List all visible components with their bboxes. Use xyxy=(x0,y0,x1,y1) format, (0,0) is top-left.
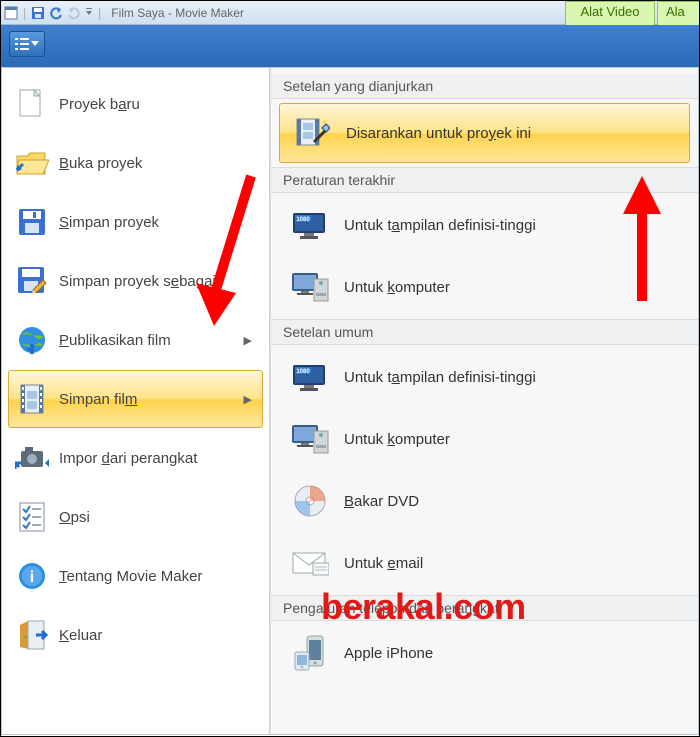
submenu-arrow-icon: ▶ xyxy=(244,393,252,406)
monitor-1080-icon: 1080 xyxy=(290,359,330,395)
file-menu-panel: Proyek baru Buka proyek Simpan proyek Simpa… xyxy=(1,67,699,735)
svg-text:1080: 1080 xyxy=(296,217,310,223)
submenu-item-label: Untuk komputer xyxy=(344,431,450,448)
annotation-arrow-down xyxy=(196,171,266,341)
submenu-item-mail[interactable]: Untuk email xyxy=(277,533,692,593)
menu-item-label: Simpan proyek sebagai xyxy=(59,273,216,290)
mail-icon xyxy=(290,545,330,581)
submenu-item-label: Untuk komputer xyxy=(344,279,450,296)
section-header: Setelan umum xyxy=(271,319,698,345)
checklist-icon xyxy=(15,500,49,534)
film-wand-icon xyxy=(292,115,332,151)
disk-pencil-icon xyxy=(15,264,49,298)
svg-text:1080: 1080 xyxy=(296,369,310,375)
watermark-text: berakal.com xyxy=(321,586,526,628)
submenu-item-monitor-pc[interactable]: Untuk komputer xyxy=(277,409,692,469)
menu-item-label: Simpan film xyxy=(59,391,137,408)
submenu-item-label: Disarankan untuk proyek ini xyxy=(346,125,531,142)
save-icon[interactable] xyxy=(30,5,46,21)
file-menu-left-column: Proyek baru Buka proyek Simpan proyek Simpa… xyxy=(2,68,270,734)
dvd-icon xyxy=(290,483,330,519)
menu-item-door-exit[interactable]: Keluar xyxy=(8,606,263,664)
camera-import-icon xyxy=(15,441,49,475)
redo-icon[interactable] xyxy=(66,5,82,21)
submenu-item-label: Untuk email xyxy=(344,555,423,572)
menu-item-camera-import[interactable]: Impor dari perangkat xyxy=(8,429,263,487)
submenu-item-label: Apple iPhone xyxy=(344,645,433,662)
menu-item-checklist[interactable]: Opsi xyxy=(8,488,263,546)
submenu-item-label: Untuk tampilan definisi-tinggi xyxy=(344,217,536,234)
info-icon: i xyxy=(15,559,49,593)
window-title: Film Saya - Movie Maker xyxy=(111,6,244,20)
submenu-item-label: Bakar DVD xyxy=(344,493,419,510)
menu-item-label: Tentang Movie Maker xyxy=(59,568,202,585)
file-menu-right-column: Setelan yang dianjurkan Disarankan untuk … xyxy=(270,68,698,734)
menu-item-label: Buka proyek xyxy=(59,155,142,172)
file-menu-button[interactable] xyxy=(9,31,45,57)
doc-new-icon xyxy=(15,87,49,121)
section-header: Setelan yang dianjurkan xyxy=(271,74,698,99)
submenu-item-monitor-1080[interactable]: 1080 Untuk tampilan definisi-tinggi xyxy=(277,347,692,407)
film-icon xyxy=(15,382,49,416)
separator: | xyxy=(23,6,26,20)
menu-item-film[interactable]: Simpan film ▶ xyxy=(8,370,263,428)
iphone-icon xyxy=(290,635,330,671)
monitor-pc-icon xyxy=(290,269,330,305)
contextual-tab-partial[interactable]: Ala xyxy=(657,1,699,25)
menu-item-label: Keluar xyxy=(59,627,102,644)
separator: | xyxy=(98,6,101,20)
submenu-item-iphone[interactable]: Apple iPhone xyxy=(277,623,692,683)
monitor-pc-icon xyxy=(290,421,330,457)
menu-item-label: Proyek baru xyxy=(59,96,140,113)
window-menu-icon[interactable] xyxy=(3,5,19,21)
door-exit-icon xyxy=(15,618,49,652)
globe-icon xyxy=(15,323,49,357)
submenu-item-label: Untuk tampilan definisi-tinggi xyxy=(344,369,536,386)
menu-item-label: Publikasikan film xyxy=(59,332,171,349)
menu-item-doc-new[interactable]: Proyek baru xyxy=(8,75,263,133)
menu-item-label: Impor dari perangkat xyxy=(59,450,197,467)
menu-item-info[interactable]: i Tentang Movie Maker xyxy=(8,547,263,605)
submenu-item-film-wand[interactable]: Disarankan untuk proyek ini xyxy=(279,103,690,163)
undo-icon[interactable] xyxy=(48,5,64,21)
disk-icon xyxy=(15,205,49,239)
folder-open-icon xyxy=(15,146,49,180)
svg-text:i: i xyxy=(30,569,34,586)
ribbon-bar xyxy=(1,25,699,67)
list-icon xyxy=(15,38,29,50)
contextual-tab-video-tools[interactable]: Alat Video xyxy=(565,1,655,25)
annotation-arrow-up xyxy=(619,176,665,306)
title-bar: | | Film Saya - Movie Maker Alat Video A… xyxy=(1,1,699,25)
menu-item-label: Opsi xyxy=(59,509,90,526)
chevron-down-icon xyxy=(31,41,39,47)
monitor-1080-icon: 1080 xyxy=(290,207,330,243)
submenu-item-dvd[interactable]: Bakar DVD xyxy=(277,471,692,531)
menu-item-label: Simpan proyek xyxy=(59,214,159,231)
qat-dropdown-icon[interactable] xyxy=(84,5,94,21)
